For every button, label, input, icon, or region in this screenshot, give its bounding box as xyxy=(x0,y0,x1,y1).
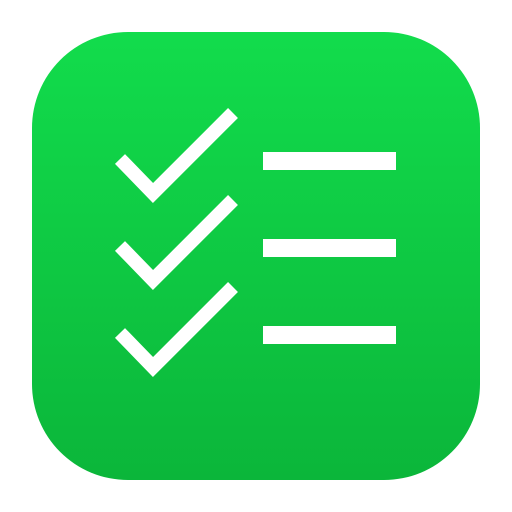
checklist-glyph xyxy=(32,32,480,480)
list-line xyxy=(263,152,396,170)
list-line xyxy=(263,239,396,257)
canvas xyxy=(0,0,512,512)
icon-background xyxy=(32,32,480,480)
list-line xyxy=(263,326,396,344)
checklist-app-icon[interactable] xyxy=(32,32,480,480)
